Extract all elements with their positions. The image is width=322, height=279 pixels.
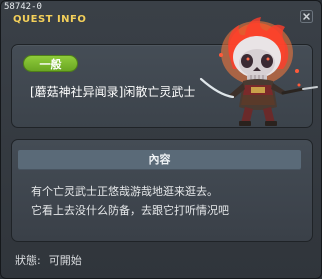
quest-status: 狀態: 可開始: [15, 252, 82, 268]
undead-samurai-icon: [199, 15, 322, 130]
description-line-2: 它看上去没什么防备，去跟它打听情况吧: [31, 204, 229, 217]
description-line-1: 有个亡灵武士正悠哉游哉地逛来逛去。: [31, 185, 218, 198]
window-title: QUEST INFO: [13, 14, 87, 25]
quest-name: [蘑菇神社异闻录]闲散亡灵武士: [30, 85, 196, 99]
status-label: 狀態:: [15, 254, 41, 267]
quest-info-window: 58742-0 QUEST INFO 一般 [蘑菇神社异闻录]闲散亡灵武士 內容…: [0, 0, 322, 279]
status-value: 可開始: [48, 254, 82, 267]
window-id: 58742-0: [4, 2, 42, 12]
quest-category-badge: 一般: [23, 55, 78, 72]
content-header: 內容: [18, 150, 301, 170]
